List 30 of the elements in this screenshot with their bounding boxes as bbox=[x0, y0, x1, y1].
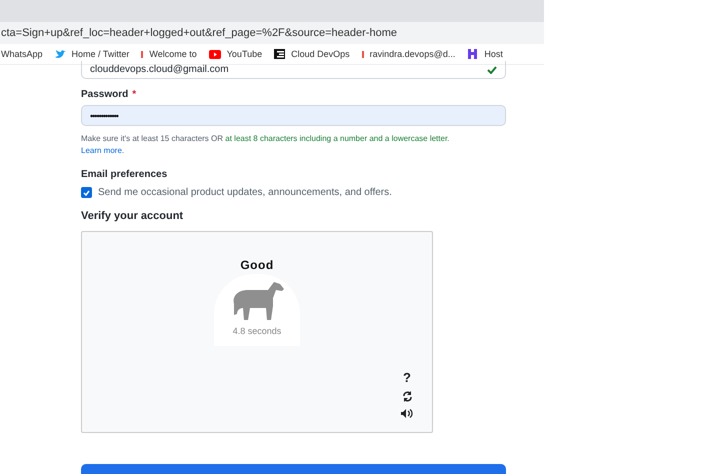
help-button[interactable]: ? bbox=[403, 370, 411, 385]
bookmark-link[interactable]: Host bbox=[484, 49, 503, 59]
field-label: Password bbox=[81, 89, 128, 100]
bookmark-link[interactable]: YouTube bbox=[226, 49, 262, 59]
bookmark-link[interactable]: ravindra.devops@d... bbox=[370, 49, 456, 59]
h-logo-icon bbox=[467, 49, 478, 59]
bookmark-link[interactable]: WhatsApp bbox=[1, 49, 43, 59]
bookmark-link[interactable]: Cloud DevOps bbox=[291, 49, 350, 59]
password-hint: Make sure it's at least 15 characters OR at least 8 characters including a number and a lowercase letter. Learn more. bbox=[81, 133, 450, 157]
password-field[interactable]: ••••••••••••• bbox=[81, 105, 506, 126]
bookmark-link[interactable]: Home / Twitter bbox=[72, 49, 130, 59]
bar-icon bbox=[362, 50, 364, 58]
checkbox[interactable] bbox=[81, 187, 92, 198]
checkmark-icon bbox=[83, 190, 90, 196]
checkbox-label: Send me occasional product updates, announcements, and offers. bbox=[98, 187, 392, 198]
section-heading: Email preferences bbox=[81, 169, 168, 180]
section-heading: Verify your account bbox=[81, 210, 184, 222]
play-icon bbox=[208, 50, 221, 58]
refresh-icon[interactable] bbox=[402, 391, 412, 402]
email-field[interactable]: clouddevops.cloud@gmail.com bbox=[81, 61, 506, 79]
address-bar[interactable]: cta=Sign+up&ref_loc=header+logged+out&ref_page=%2F&source=header-home bbox=[0, 22, 544, 44]
required-mark: * bbox=[132, 89, 136, 100]
time-label: 4.8 seconds bbox=[232, 326, 282, 336]
bird-icon bbox=[54, 50, 66, 58]
bar-icon bbox=[141, 50, 144, 58]
learn-more-link[interactable]: Learn more. bbox=[81, 146, 124, 155]
captcha-result: Good bbox=[240, 258, 274, 272]
lines-icon bbox=[274, 49, 286, 59]
bookmark-link[interactable]: Welcome to bbox=[149, 49, 197, 59]
speaker-icon[interactable] bbox=[400, 408, 414, 419]
